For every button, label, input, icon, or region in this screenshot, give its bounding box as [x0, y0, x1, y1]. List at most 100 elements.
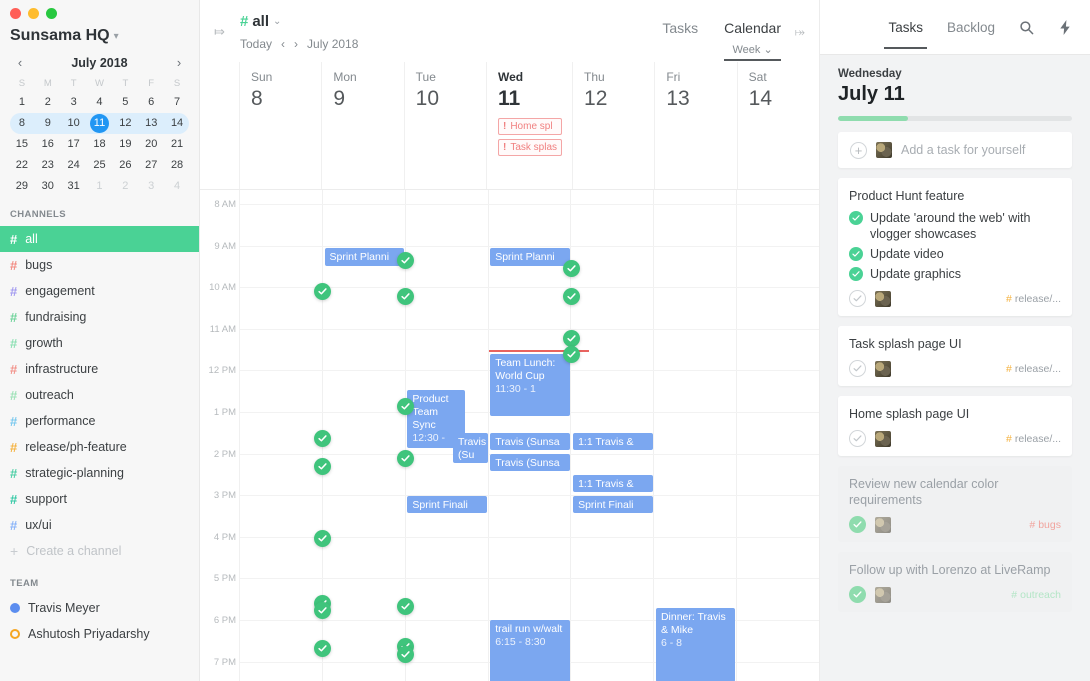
- mini-calendar-day[interactable]: 3: [61, 92, 87, 113]
- all-day-event[interactable]: ! Home spl: [497, 118, 563, 135]
- day-header-fri[interactable]: Fri 13: [655, 62, 738, 189]
- calendar-event[interactable]: Team Lunch: World Cup 11:30 - 1: [490, 354, 570, 416]
- calendar-task-check-badge[interactable]: [562, 330, 580, 347]
- calendar-event[interactable]: Sprint Finali: [573, 496, 653, 513]
- day-header-tue[interactable]: Tue 10: [405, 62, 487, 189]
- mini-calendar-day[interactable]: 29: [9, 176, 35, 197]
- mini-calendar-day[interactable]: 8: [9, 113, 35, 134]
- subtask-check-icon[interactable]: [849, 211, 863, 225]
- calendar-column-sun[interactable]: [240, 190, 323, 681]
- calendar-task-check-badge[interactable]: [562, 260, 580, 277]
- sidebar-channel-engagement[interactable]: # engagement: [0, 278, 199, 304]
- all-day-event[interactable]: ! Task splas: [497, 139, 563, 156]
- window-controls[interactable]: [0, 0, 199, 19]
- sidebar-channel-support[interactable]: # support: [0, 486, 199, 512]
- calendar-task-check-badge[interactable]: [562, 346, 580, 363]
- task-channel-tag[interactable]: # release/...: [1006, 293, 1061, 305]
- maximize-window-button[interactable]: [46, 8, 57, 19]
- day-header-thu[interactable]: Thu 12: [573, 62, 656, 189]
- day-header-sun[interactable]: Sun 8: [240, 62, 323, 189]
- calendar-event[interactable]: 1:1 Travis &: [573, 433, 653, 450]
- day-header-mon[interactable]: Mon 9: [322, 62, 405, 189]
- next-week-button[interactable]: ›: [294, 37, 298, 51]
- day-header-wed[interactable]: Wed 11! Home spl! Task splas: [487, 62, 574, 189]
- mini-calendar-day[interactable]: 4: [87, 92, 113, 113]
- mini-calendar-day[interactable]: 21: [164, 134, 190, 155]
- subtask-check-icon[interactable]: [849, 267, 863, 281]
- team-member[interactable]: Ashutosh Priyadarshy: [0, 621, 199, 647]
- task-card[interactable]: Review new calendar color requirements # b…: [838, 466, 1072, 542]
- lightning-icon[interactable]: [1058, 19, 1072, 35]
- mini-calendar-day[interactable]: 13: [138, 113, 164, 134]
- calendar-tab-tasks[interactable]: Tasks: [662, 20, 698, 36]
- close-window-button[interactable]: [10, 8, 21, 19]
- mini-calendar-day[interactable]: 2: [35, 92, 61, 113]
- mini-calendar-day[interactable]: 22: [9, 155, 35, 176]
- today-button[interactable]: Today: [240, 37, 272, 51]
- sidebar-channel-release-ph-feature[interactable]: # release/ph-feature: [0, 434, 199, 460]
- task-channel-tag[interactable]: # outreach: [1011, 589, 1061, 601]
- task-card[interactable]: Product Hunt feature Update 'around the w…: [838, 178, 1072, 316]
- mini-calendar-day[interactable]: 6: [138, 92, 164, 113]
- calendar-view-mode[interactable]: Week ⌄: [724, 43, 781, 56]
- mini-calendar-day[interactable]: 24: [61, 155, 87, 176]
- create-channel-button[interactable]: + Create a channel: [0, 538, 199, 564]
- task-card[interactable]: Home splash page UI # release/...: [838, 396, 1072, 456]
- collapse-sidebar-icon[interactable]: ⤇: [214, 24, 225, 40]
- calendar-event[interactable]: Travis (Sunsa: [490, 454, 570, 471]
- calendar-event[interactable]: 1:1 Travis &: [573, 475, 653, 492]
- sidebar-channel-performance[interactable]: # performance: [0, 408, 199, 434]
- minimize-window-button[interactable]: [28, 8, 39, 19]
- mini-calendar-day[interactable]: 16: [35, 134, 61, 155]
- mini-calendar-day[interactable]: 1: [87, 176, 113, 197]
- sidebar-channel-growth[interactable]: # growth: [0, 330, 199, 356]
- sidebar-channel-bugs[interactable]: # bugs: [0, 252, 199, 278]
- sidebar-channel-strategic-planning[interactable]: # strategic-planning: [0, 460, 199, 486]
- mini-calendar-day[interactable]: 1: [9, 92, 35, 113]
- mini-calendar-day[interactable]: 7: [164, 92, 190, 113]
- team-member[interactable]: Travis Meyer: [0, 595, 199, 621]
- calendar-tab-calendar[interactable]: Calendar Week ⌄: [724, 20, 781, 61]
- subtask-check-icon[interactable]: [849, 247, 863, 261]
- tasks-panel-tab-tasks[interactable]: Tasks: [884, 6, 927, 49]
- subtask-item[interactable]: Update video: [849, 246, 1061, 262]
- add-task-row[interactable]: + Add a task for yourself: [838, 132, 1072, 168]
- sidebar-channel-infrastructure[interactable]: # infrastructure: [0, 356, 199, 382]
- mini-calendar-day[interactable]: 15: [9, 134, 35, 155]
- day-header-sat[interactable]: Sat 14: [738, 62, 819, 189]
- mini-calendar-day[interactable]: 10: [61, 113, 87, 134]
- mini-calendar-day[interactable]: 2: [112, 176, 138, 197]
- calendar-event[interactable]: Sprint Planni: [324, 248, 405, 266]
- prev-week-button[interactable]: ‹: [281, 37, 285, 51]
- calendar-event[interactable]: Travis (Su: [452, 433, 488, 463]
- collapse-right-panel-icon[interactable]: ⤅: [795, 24, 805, 40]
- sidebar-channel-outreach[interactable]: # outreach: [0, 382, 199, 408]
- calendar-event[interactable]: Sprint Planni: [490, 248, 570, 266]
- mini-calendar-next-month-button[interactable]: ›: [172, 55, 186, 70]
- mini-calendar-day[interactable]: 23: [35, 155, 61, 176]
- task-card[interactable]: Follow up with Lorenzo at LiveRamp # outre…: [838, 552, 1072, 612]
- search-icon[interactable]: [1019, 20, 1034, 35]
- mini-calendar-day[interactable]: 26: [112, 155, 138, 176]
- sidebar-channel-all[interactable]: # all: [0, 226, 199, 252]
- task-channel-tag[interactable]: # release/...: [1006, 363, 1061, 375]
- mini-calendar-day[interactable]: 31: [61, 176, 87, 197]
- calendar-column-sat[interactable]: [737, 190, 819, 681]
- calendar-event[interactable]: Dinner: Travis & Mike 6 - 8: [655, 608, 736, 681]
- mini-calendar-day[interactable]: 18: [87, 134, 113, 155]
- sidebar-channel-fundraising[interactable]: # fundraising: [0, 304, 199, 330]
- task-complete-checkbox[interactable]: [849, 290, 866, 307]
- mini-calendar-day[interactable]: 9: [35, 113, 61, 134]
- mini-calendar-day[interactable]: 5: [112, 92, 138, 113]
- mini-calendar-day[interactable]: 11: [87, 113, 113, 134]
- calendar-channel-title[interactable]: # all ⌄: [240, 13, 281, 30]
- mini-calendar-day[interactable]: 27: [138, 155, 164, 176]
- mini-calendar-day[interactable]: 20: [138, 134, 164, 155]
- mini-calendar-prev-month-button[interactable]: ‹: [13, 55, 27, 70]
- task-complete-checkbox[interactable]: [849, 516, 866, 533]
- mini-calendar-day[interactable]: 14: [164, 113, 190, 134]
- subtask-item[interactable]: Update graphics: [849, 266, 1061, 282]
- task-channel-tag[interactable]: # bugs: [1029, 519, 1061, 531]
- task-complete-checkbox[interactable]: [849, 430, 866, 447]
- subtask-item[interactable]: Update 'around the web' with vlogger sho…: [849, 210, 1061, 242]
